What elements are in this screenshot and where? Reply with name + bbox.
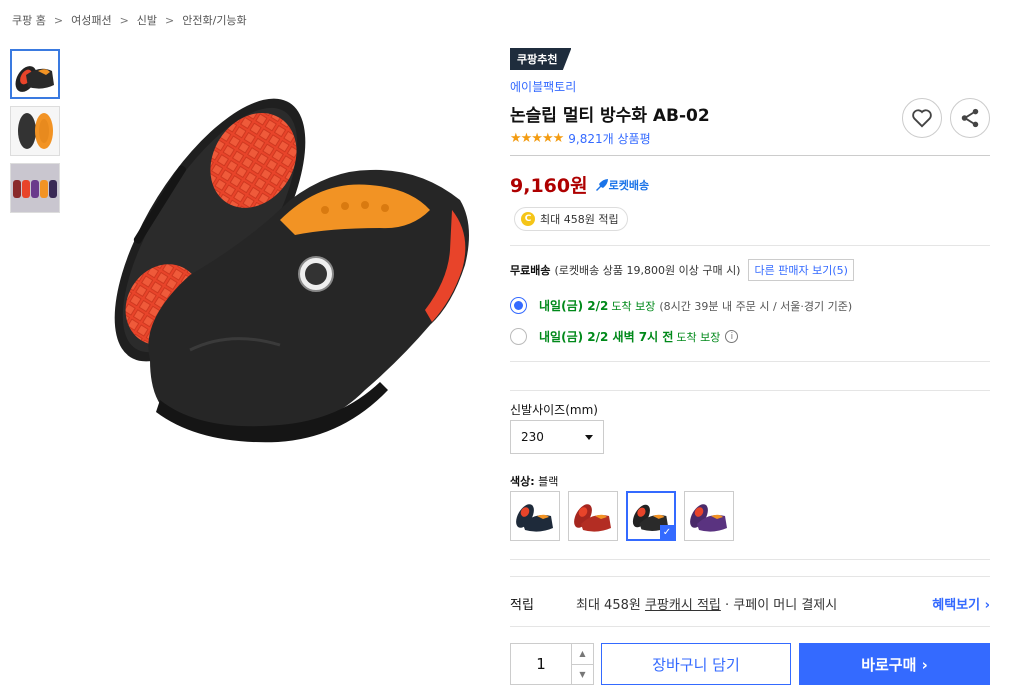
buy-now-button[interactable]: 바로구매 ›	[799, 643, 990, 685]
price-row: 9,160원 로켓배송	[510, 171, 649, 198]
chevron-down-icon	[585, 434, 593, 440]
color-label: 색상: 블랙	[510, 473, 558, 489]
reward-suffix: · 쿠페이 머니 결제시	[720, 598, 838, 613]
breadcrumb-safety-shoes[interactable]: 안전화/기능화	[182, 14, 246, 27]
shoe-thumbnail-image	[15, 66, 54, 92]
breadcrumb-shoes[interactable]: 신발	[137, 14, 157, 27]
quantity-stepper[interactable]: 1 ▲ ▼	[510, 643, 594, 685]
delivery-guarantee: 도착 보장	[676, 330, 721, 344]
reward-row: 적립 최대 458원 쿠팡캐시 적립 · 쿠페이 머니 결제시 혜택보기 ›	[510, 594, 990, 613]
breadcrumb-home[interactable]: 쿠팡 홈	[12, 14, 46, 27]
thumbnail-1[interactable]	[10, 49, 60, 99]
swatch-black[interactable]: ✓	[626, 491, 676, 541]
divider	[510, 576, 990, 577]
breadcrumb-separator: >	[165, 14, 175, 27]
swatch-navy[interactable]	[510, 491, 560, 541]
shipping-info-row: 무료배송 (로켓배송 상품 19,800원 이상 구매 시) 다른 판매자 보기…	[510, 259, 854, 281]
review-count[interactable]: 9,821개 상품평	[568, 130, 650, 147]
delivery-guarantee: 도착 보장	[611, 299, 656, 313]
divider	[510, 155, 990, 156]
thumbnail-2[interactable]	[10, 106, 60, 156]
color-swatches: ✓	[510, 491, 742, 541]
view-benefits-link[interactable]: 혜택보기 ›	[932, 594, 990, 613]
navy-clog-image	[516, 504, 553, 532]
quantity-input[interactable]: 1	[511, 644, 571, 684]
sale-price: 9,160원	[510, 175, 588, 197]
main-product-image[interactable]	[80, 60, 480, 460]
delivery-option-1[interactable]: 내일(금) 2/2 도착 보장 (8시간 39분 내 주문 시 / 서울·경기 …	[510, 297, 852, 314]
divider	[510, 559, 990, 560]
radio-unselected[interactable]	[510, 328, 527, 345]
product-info-panel: 쿠팡추천 에이블팩토리 논슬립 멀티 방수화 AB-02 ★★★★★ 9,821…	[510, 48, 990, 685]
size-select[interactable]: 230	[510, 420, 604, 454]
reward-text: 최대 458원 쿠팡캐시 적립 · 쿠페이 머니 결제시	[576, 594, 837, 613]
other-sellers-button[interactable]: 다른 판매자 보기(5)	[748, 259, 854, 281]
quantity-arrows: ▲ ▼	[571, 644, 593, 684]
delivery-option-2[interactable]: 내일(금) 2/2 새벽 7시 전 도착 보장 i	[510, 328, 739, 345]
radio-selected[interactable]	[510, 297, 527, 314]
share-button[interactable]	[950, 98, 990, 138]
divider	[510, 626, 990, 627]
purple-clog-image	[690, 504, 727, 532]
delivery-note: (8시간 39분 내 주문 시 / 서울·경기 기준)	[659, 299, 853, 313]
breadcrumb-separator: >	[119, 14, 129, 27]
shipping-condition: (로켓배송 상품 19,800원 이상 구매 시)	[554, 264, 741, 277]
wishlist-button[interactable]	[902, 98, 942, 138]
add-to-cart-button[interactable]: 장바구니 담기	[601, 643, 791, 685]
rocket-icon	[595, 178, 608, 191]
rocket-delivery-badge: 로켓배송	[595, 177, 649, 193]
color-label-value: 블랙	[538, 475, 559, 488]
size-value: 230	[521, 430, 544, 444]
reward-prefix: 최대 458원	[576, 598, 645, 613]
decrement-icon[interactable]: ▼	[572, 665, 593, 685]
shoe-thumbnail-image	[11, 107, 59, 155]
free-shipping-label: 무료배송	[510, 264, 551, 277]
coupang-recommend-badge: 쿠팡추천	[510, 48, 572, 70]
reward-pill-text: 최대 458원 적립	[540, 213, 619, 226]
checkmark-icon: ✓	[660, 525, 674, 539]
divider	[510, 245, 990, 246]
color-label-key: 색상:	[510, 475, 535, 488]
thumbnail-3[interactable]	[10, 163, 60, 213]
reward-label: 적립	[510, 598, 534, 613]
size-label: 신발사이즈(mm)	[510, 403, 598, 417]
info-icon[interactable]: i	[725, 330, 739, 343]
rocket-label: 로켓배송	[608, 178, 650, 192]
share-icon	[961, 108, 979, 128]
breadcrumb-womens-fashion[interactable]: 여성패션	[71, 14, 111, 27]
breadcrumb: 쿠팡 홈 > 여성패션 > 신발 > 안전화/기능화	[12, 12, 247, 28]
coupang-cash-link[interactable]: 쿠팡캐시 적립	[645, 598, 721, 613]
brand-link[interactable]: 에이블팩토리	[510, 78, 990, 95]
breadcrumb-separator: >	[53, 14, 64, 27]
divider	[510, 390, 990, 391]
rating-stars: ★★★★★	[510, 131, 564, 146]
swatch-purple[interactable]	[684, 491, 734, 541]
coin-icon: C	[521, 212, 535, 226]
swatch-red[interactable]	[568, 491, 618, 541]
max-reward-pill: C 최대 458원 적립	[514, 207, 628, 231]
red-clog-image	[574, 504, 611, 532]
delivery-date: 내일(금) 2/2 새벽 7시 전	[539, 330, 674, 344]
increment-icon[interactable]: ▲	[572, 644, 593, 665]
delivery-date: 내일(금) 2/2	[539, 299, 609, 313]
clog-shoes-illustration	[114, 98, 469, 443]
shoe-thumbnail-image	[11, 164, 59, 212]
heart-icon	[912, 109, 932, 128]
divider	[510, 361, 990, 362]
thumbnail-list	[10, 49, 62, 220]
